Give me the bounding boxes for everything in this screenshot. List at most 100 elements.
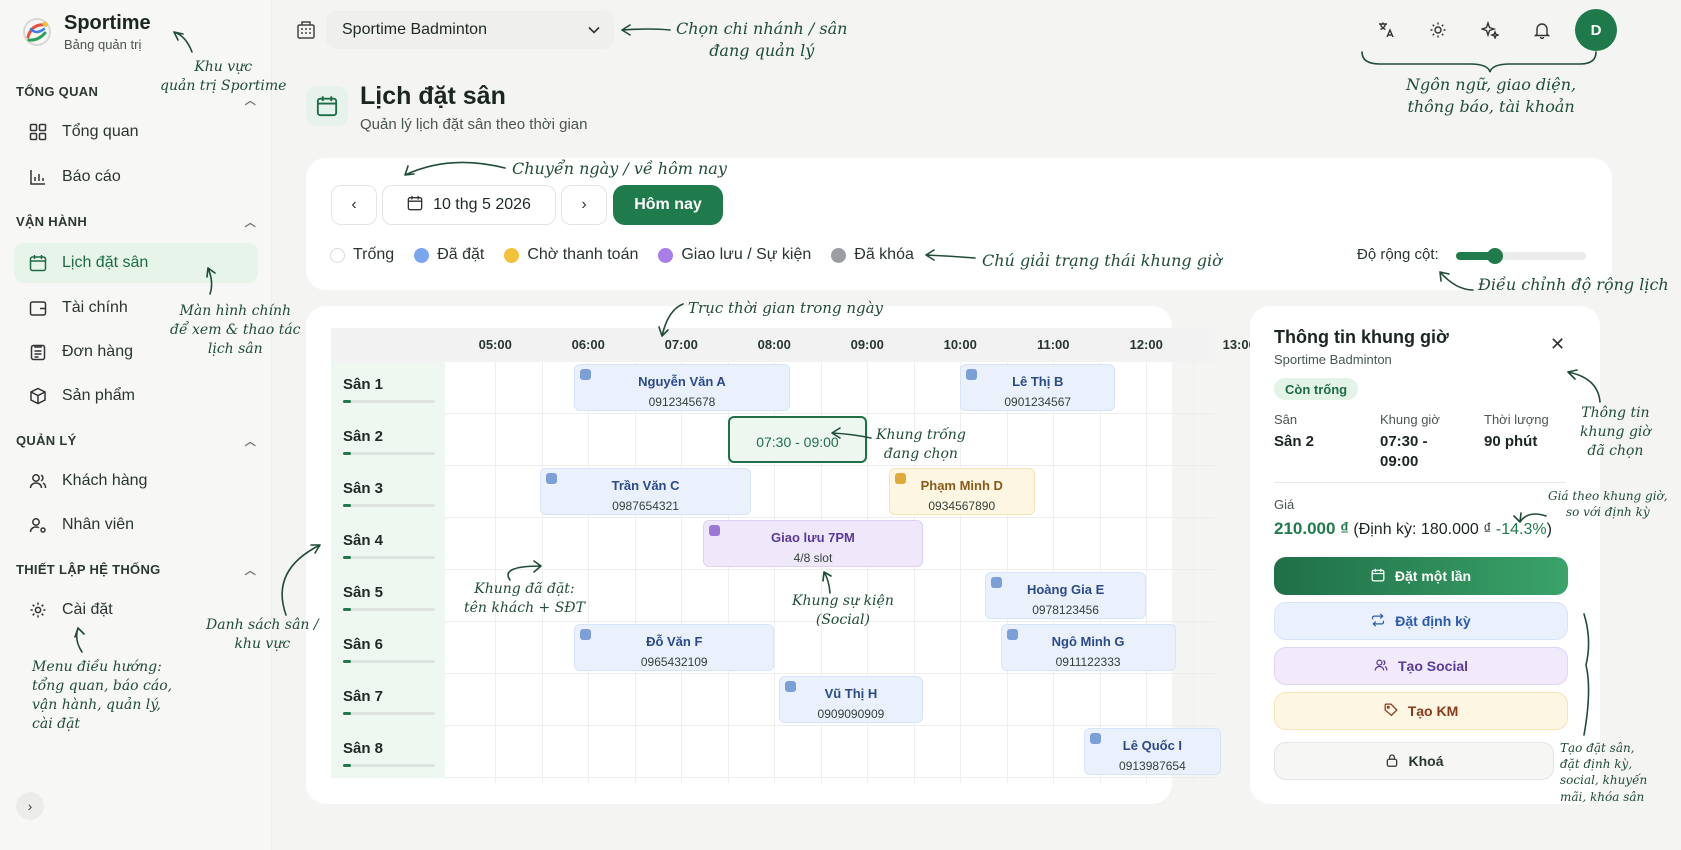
- sidebar-item-lich-dat-san[interactable]: Lịch đặt sân: [14, 243, 258, 283]
- sparkle-icon[interactable]: [1474, 14, 1506, 46]
- slot-title: Phạm Minh D: [920, 478, 1003, 493]
- close-icon[interactable]: ✕: [1550, 334, 1565, 355]
- today-button[interactable]: Hôm nay: [613, 185, 723, 225]
- legend-dot: [414, 247, 430, 263]
- sidebar-item-san-pham[interactable]: Sản phẩm: [14, 376, 258, 416]
- bell-icon[interactable]: [1526, 14, 1558, 46]
- booking-icon: [991, 577, 1003, 588]
- slot-detail: 0934567890: [928, 499, 996, 513]
- court-usage-bar: [343, 504, 435, 507]
- language-icon[interactable]: [1370, 14, 1402, 46]
- court-name[interactable]: Sân 4: [331, 518, 445, 570]
- slot-detail: 0901234567: [1004, 395, 1072, 409]
- sidebar-item-label: Đơn hàng: [62, 343, 133, 360]
- brand[interactable]: Sportime Bảng quản trị: [20, 12, 151, 52]
- court-name[interactable]: Sân 1: [331, 362, 445, 414]
- event-slot[interactable]: Giao lưu 7PM 4/8 slot: [702, 520, 923, 567]
- legend-label: Giao lưu / Sự kiện: [681, 246, 812, 263]
- sidebar-item-nhan-vien[interactable]: Nhân viên: [14, 505, 258, 545]
- branch-name: Sportime Badminton: [342, 21, 487, 38]
- booking-slot[interactable]: Lê Quốc I 0913987654: [1084, 728, 1221, 775]
- legend-item: Đã khóa: [831, 246, 914, 264]
- slider-handle[interactable]: [1487, 248, 1503, 264]
- booking-slot[interactable]: Nguyễn Văn A 0912345678: [574, 364, 790, 411]
- slot-value: 07:30 - 09:00: [1380, 432, 1428, 472]
- slot-title: Giao lưu 7PM: [771, 530, 855, 545]
- annotation-selected-info: Thông tin khung giờ đã chọn: [1580, 405, 1651, 459]
- lock-icon: [1385, 753, 1399, 770]
- section-thiet-lap[interactable]: THIẾT LẬP HỆ THỐNG ︿: [16, 562, 256, 578]
- branch-select[interactable]: Sportime Badminton: [326, 11, 614, 49]
- create-promo-button[interactable]: Tạo KM: [1274, 692, 1568, 730]
- legend-label: Đã khóa: [854, 246, 914, 263]
- selected-slot[interactable]: 07:30 - 09:00: [727, 416, 868, 463]
- action-label: Khoá: [1408, 753, 1444, 769]
- sidebar-item-tong-quan[interactable]: Tổng quan: [14, 112, 258, 152]
- price-close: ): [1546, 521, 1552, 538]
- legend-dot: [658, 247, 674, 263]
- sidebar-item-bao-cao[interactable]: Báo cáo: [14, 157, 258, 197]
- booking-icon: [1090, 733, 1102, 744]
- book-recurring-button[interactable]: Đặt định kỳ: [1274, 602, 1568, 640]
- sidebar-expand-button[interactable]: ›: [16, 792, 44, 820]
- court-name[interactable]: Sân 3: [331, 466, 445, 518]
- legend-dot: [831, 247, 847, 263]
- detail-title: Thông tin khung giờ: [1274, 327, 1449, 347]
- prev-day-button[interactable]: ‹: [331, 185, 377, 225]
- section-van-hanh[interactable]: VẬN HÀNH ︿: [16, 214, 256, 230]
- chevron-right-icon: ›: [27, 798, 33, 814]
- price-row: 210.000 ₫ (Định kỳ: 180.000 ₫ -14.3%): [1274, 519, 1552, 539]
- court-usage-bar: [343, 556, 435, 559]
- sidebar-item-label: Sản phẩm: [62, 387, 135, 404]
- avatar[interactable]: D: [1575, 9, 1617, 51]
- book-once-button[interactable]: Đặt một lần: [1274, 557, 1568, 595]
- lock-slot-button[interactable]: Khoá: [1274, 742, 1554, 780]
- court-label: Sân 5: [343, 584, 384, 601]
- chevron-down-icon: [588, 21, 600, 39]
- duration-label: Thời lượng: [1484, 412, 1549, 427]
- court-row: Sân 7: [331, 674, 1215, 726]
- court-name[interactable]: Sân 2: [331, 414, 445, 466]
- section-quan-ly[interactable]: QUẢN LÝ ︿: [16, 433, 256, 449]
- court-name[interactable]: Sân 7: [331, 674, 445, 726]
- status-badge: Còn trống: [1274, 378, 1359, 400]
- legend-item: Chờ thanh toán: [504, 246, 638, 264]
- annotation-price: Giá theo khung giờ, so với định kỳ: [1548, 489, 1668, 520]
- court-name[interactable]: Sân 8: [331, 726, 445, 778]
- booking-slot[interactable]: Hoàng Gia E 0978123456: [985, 572, 1147, 619]
- court-label: Sân 3: [343, 480, 384, 497]
- column-width-slider[interactable]: [1456, 248, 1586, 264]
- slot-detail: 0912345678: [648, 395, 716, 409]
- create-social-button[interactable]: Tạo Social: [1274, 647, 1568, 685]
- gear-icon: [28, 600, 48, 620]
- sidebar-item-khach-hang[interactable]: Khách hàng: [14, 461, 258, 501]
- court-row: Sân 8: [331, 726, 1215, 778]
- sun-icon[interactable]: [1422, 14, 1454, 46]
- booking-slot[interactable]: Lê Thị B 0901234567: [960, 364, 1116, 411]
- annotation-booked: Khung đã đặt: tên khách + SĐT: [464, 581, 585, 616]
- date-picker-button[interactable]: 10 thg 5 2026: [382, 185, 556, 225]
- section-label: TỔNG QUAN: [16, 84, 99, 99]
- annotation-date-nav: Chuyển ngày / về hôm nay: [512, 159, 727, 178]
- booking-slot[interactable]: Đỗ Văn F 0965432109: [574, 624, 775, 671]
- event-icon: [708, 525, 720, 536]
- sidebar-item-label: Tài chính: [62, 299, 128, 316]
- legend-dot: [330, 247, 345, 263]
- legend-label: Trống: [353, 246, 395, 263]
- court-label: Sân 6: [343, 636, 384, 653]
- booking-slot[interactable]: Ngô Minh G 0911122333: [1000, 624, 1176, 671]
- section-label: VẬN HÀNH: [16, 214, 88, 229]
- booking-slot[interactable]: Vũ Thị H 0909090909: [778, 676, 923, 723]
- slot-title: Đỗ Văn F: [646, 634, 703, 649]
- time-label: 07:00: [664, 337, 698, 352]
- booking-slot[interactable]: Trần Văn C 0987654321: [540, 468, 751, 515]
- divider: [1274, 482, 1566, 483]
- court-value: Sân 2: [1274, 433, 1315, 450]
- brand-subtitle: Bảng quản trị: [64, 37, 142, 52]
- chevron-right-icon: ›: [581, 196, 587, 213]
- legend-label: Chờ thanh toán: [527, 246, 639, 263]
- booking-slot[interactable]: Phạm Minh D 0934567890: [888, 468, 1035, 515]
- court-name[interactable]: Sân 5: [331, 570, 445, 622]
- next-day-button[interactable]: ›: [561, 185, 607, 225]
- court-name[interactable]: Sân 6: [331, 622, 445, 674]
